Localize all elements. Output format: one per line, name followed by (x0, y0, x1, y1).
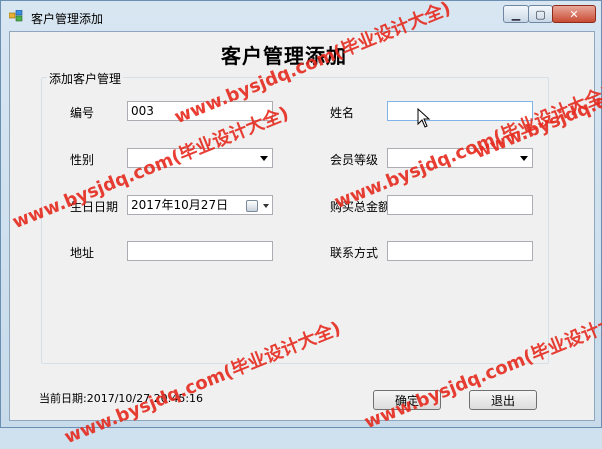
chevron-down-icon (260, 156, 268, 161)
close-button[interactable]: ✕ (552, 5, 596, 23)
current-date-label: 当前日期: (39, 392, 87, 405)
member-level-select[interactable] (387, 148, 533, 168)
exit-button[interactable]: 退出 (469, 390, 537, 410)
current-date-value: 2017/10/27 20:45:16 (86, 392, 204, 405)
window-title: 客户管理添加 (31, 12, 104, 26)
app-window: 客户管理添加 ▁ ▢ ✕ 客户管理添加 添加客户管理 编号 003 姓名 性别 … (0, 0, 602, 428)
gender-label: 性别 (70, 153, 95, 167)
total-purchase-input[interactable] (387, 195, 533, 215)
form-client-area: 客户管理添加 添加客户管理 编号 003 姓名 性别 会员等级 生日日期 201… (9, 31, 595, 421)
address-label: 地址 (70, 246, 95, 260)
code-label: 编号 (70, 106, 95, 120)
maximize-icon: ▢ (535, 7, 546, 21)
birthday-label: 生日日期 (70, 200, 119, 214)
current-date-status: 当前日期:2017/10/27 20:45:16 (39, 390, 203, 406)
gender-select[interactable] (127, 148, 273, 168)
title-bar[interactable]: 客户管理添加 ▁ ▢ ✕ (1, 1, 601, 31)
app-icon (9, 10, 23, 22)
member-level-label: 会员等级 (330, 153, 379, 167)
minimize-icon: ▁ (511, 7, 521, 21)
minimize-button[interactable]: ▁ (503, 5, 529, 23)
contact-label: 联系方式 (330, 246, 379, 260)
birthday-date-picker[interactable]: 2017年10月27日 (127, 195, 273, 215)
name-label: 姓名 (330, 106, 355, 120)
groupbox-title: 添加客户管理 (47, 70, 124, 87)
code-input[interactable]: 003 (127, 101, 273, 121)
name-input[interactable] (387, 101, 533, 121)
confirm-button[interactable]: 确定 (373, 390, 441, 410)
mouse-cursor-icon (417, 108, 431, 128)
close-icon: ✕ (569, 7, 579, 21)
total-purchase-label: 购买总金额 (330, 200, 391, 214)
chevron-down-icon[interactable] (263, 204, 269, 208)
maximize-button[interactable]: ▢ (528, 5, 553, 23)
birthday-value: 2017年10月27日 (131, 198, 229, 212)
contact-input[interactable] (387, 241, 533, 261)
chevron-down-icon (520, 156, 528, 161)
calendar-icon[interactable] (246, 200, 258, 212)
address-input[interactable] (127, 241, 273, 261)
form-heading: 客户管理添加 (221, 44, 347, 68)
